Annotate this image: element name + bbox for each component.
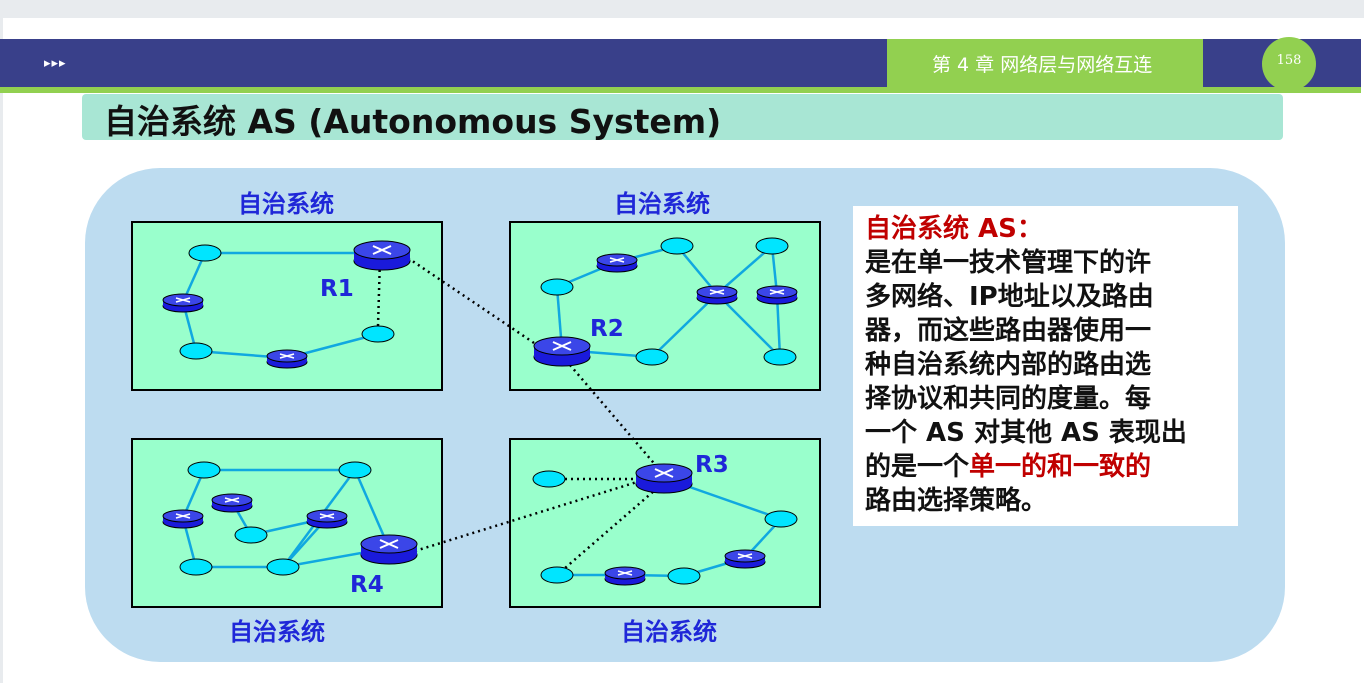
router-r4-icon [360, 534, 418, 565]
definition-line: 一个 AS 对其他 AS 表现出 [865, 418, 1187, 448]
as-label-top-right: 自治系统 [614, 190, 710, 218]
definition-line: 择协议和共同的度量。每 [865, 384, 1152, 414]
definition-line: 是在单一技术管理下的许 [865, 248, 1152, 278]
router-r2-icon [533, 336, 591, 367]
router-label-r4: R4 [350, 572, 384, 598]
definition-line: 路由选择策略。 [865, 486, 1048, 516]
definition-line: 种自治系统内部的路由选 [865, 350, 1152, 380]
router-r1-icon [353, 240, 411, 271]
as-label-top-left: 自治系统 [238, 190, 334, 218]
as-label-bottom-right: 自治系统 [621, 618, 717, 646]
router-label-r1: R1 [320, 276, 354, 302]
definition-highlight: 单一的和一致的 [969, 452, 1152, 482]
definition-line: 多网络、IP地址以及路由 [865, 282, 1154, 312]
definition-text: 的是一个 [865, 452, 970, 482]
definition-textbox: 自治系统 AS： 是在单一技术管理下的许 多网络、IP地址以及路由 器，而这些路… [853, 206, 1238, 526]
router-label-r2: R2 [590, 316, 624, 342]
router-label-r3: R3 [695, 452, 729, 478]
definition-line: 器，而这些路由器使用一 [865, 316, 1152, 346]
definition-line: 的是一个单一的和一致的 [865, 450, 1226, 484]
as-label-bottom-left: 自治系统 [229, 618, 325, 646]
router-r3-icon [635, 463, 693, 494]
definition-heading: 自治系统 AS： [865, 214, 1043, 244]
